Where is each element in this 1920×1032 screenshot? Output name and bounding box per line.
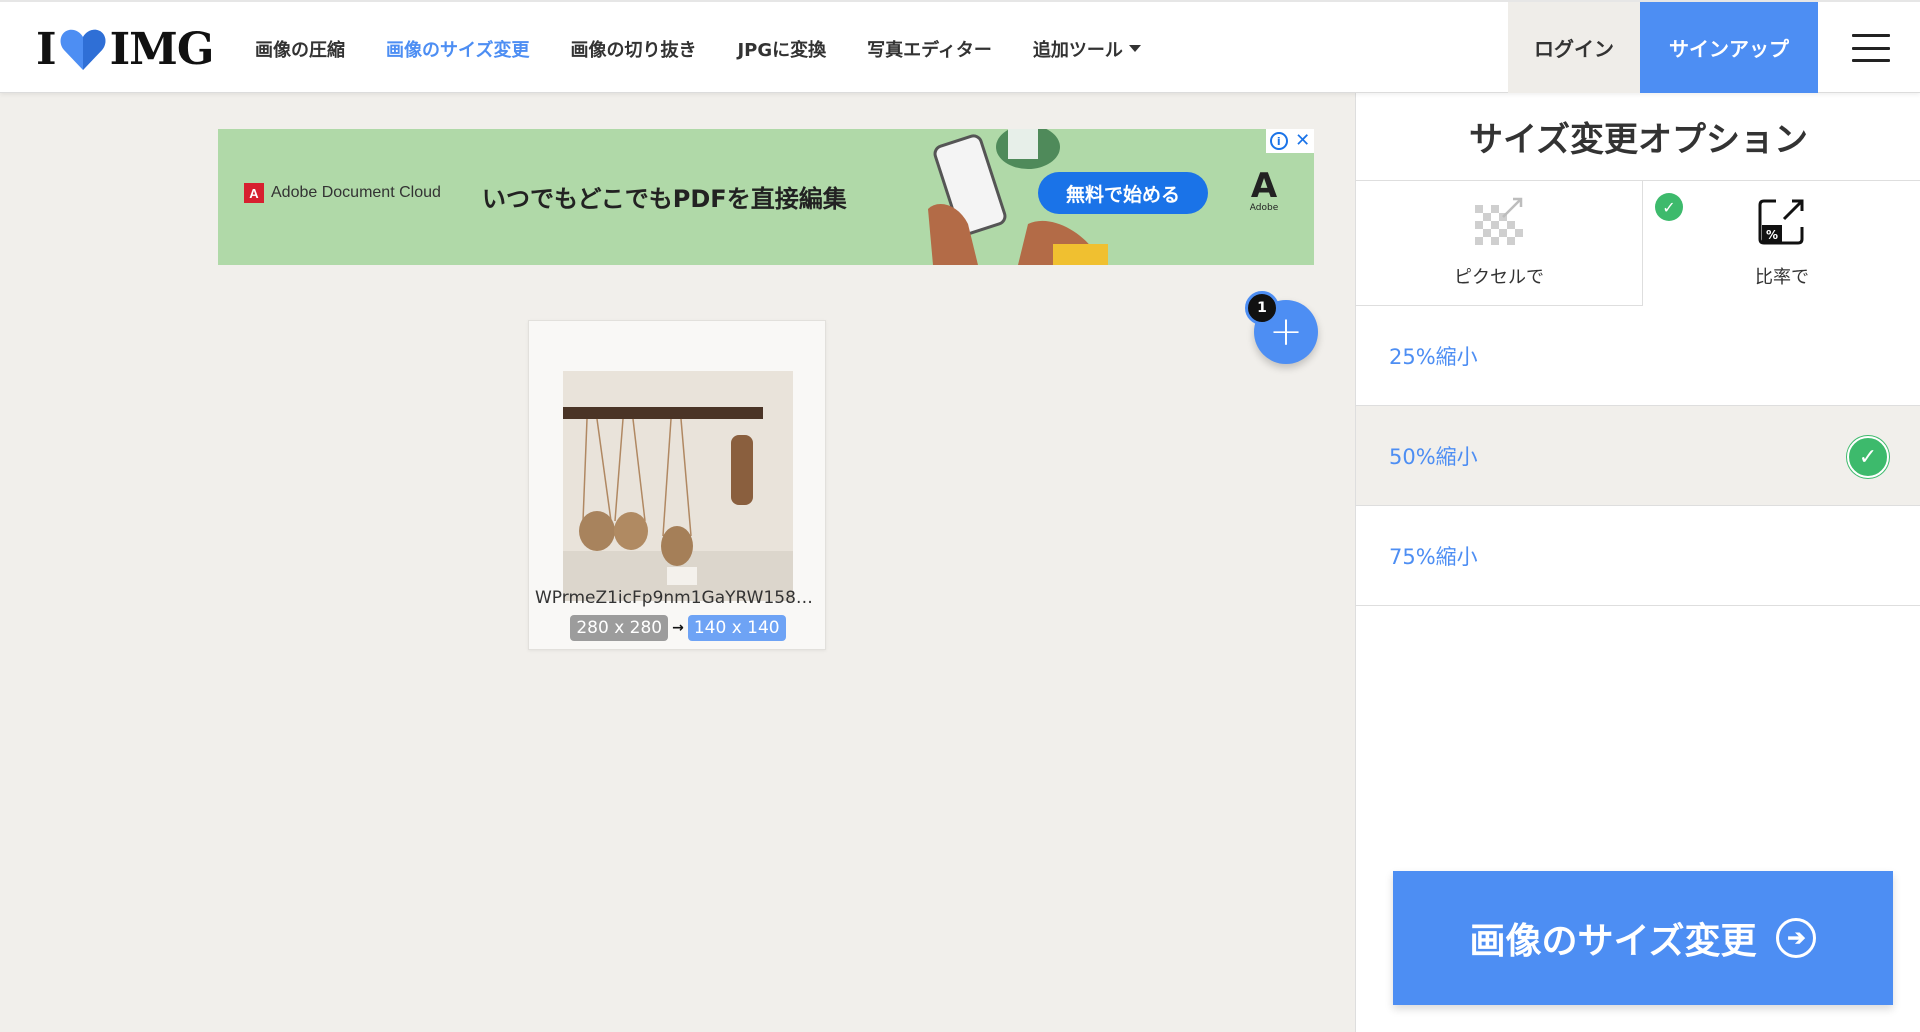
tab-by-pixels-label: ピクセルで [1454, 267, 1544, 288]
option-50-percent[interactable]: 50%縮小 ✓ [1356, 406, 1920, 506]
dimensions-row: 280 x 280 → 140 x 140 [529, 615, 827, 641]
arrow-right-icon: → [672, 620, 684, 636]
nav-convert-jpg[interactable]: JPGに変換 [737, 36, 826, 62]
arrow-circle-right-icon: ➔ [1776, 918, 1817, 958]
pixels-icon [1473, 195, 1525, 251]
adobe-logo: A Adobe [1245, 169, 1283, 217]
adobe-mark-icon: A [1250, 166, 1278, 206]
tab-by-percentage-label: 比率で [1755, 267, 1809, 288]
options-sidebar: サイズ変更オプション ピクセルで ✓ % 比率で 25%縮小 50%縮小 ✓ 7… [1355, 93, 1920, 1032]
nav-crop[interactable]: 画像の切り抜き [570, 36, 696, 62]
resize-mode-tabs: ピクセルで ✓ % 比率で [1356, 181, 1920, 306]
nav-compress[interactable]: 画像の圧縮 [255, 36, 345, 62]
file-name: WPrmeZ1icFp9nm1GaYRW1586... [535, 588, 823, 608]
file-card[interactable]: WPrmeZ1icFp9nm1GaYRW1586... 280 x 280 → … [528, 320, 826, 650]
svg-text:%: % [1766, 228, 1778, 242]
option-25-percent[interactable]: 25%縮小 [1356, 306, 1920, 406]
file-count-badge: 1 [1245, 291, 1279, 325]
ad-brand-label: Adobe Document Cloud [271, 184, 441, 201]
sidebar-title: サイズ変更オプション [1356, 93, 1920, 181]
signup-button[interactable]: サインアップ [1640, 2, 1818, 93]
ad-banner[interactable]: A Adobe Document Cloud いつでもどこでもPDFを直接編集 … [218, 129, 1314, 265]
ad-close-icon[interactable]: ✕ [1295, 132, 1310, 150]
nav-more-tools[interactable]: 追加ツール [1033, 36, 1141, 62]
adobe-word: Adobe [1249, 203, 1279, 213]
ad-brand: A Adobe Document Cloud [244, 183, 441, 203]
heart-icon [58, 26, 108, 72]
nav-resize[interactable]: 画像のサイズ変更 [386, 36, 529, 62]
ilovimg-logo[interactable]: I IMG [36, 23, 215, 75]
nav-more-tools-label: 追加ツール [1032, 39, 1123, 61]
tab-by-pixels[interactable]: ピクセルで [1356, 181, 1643, 306]
option-75-percent[interactable]: 75%縮小 [1356, 506, 1920, 606]
nav-photo-editor[interactable]: 写真エディター [867, 36, 992, 62]
acrobat-icon: A [244, 183, 264, 203]
tab-by-percentage[interactable]: ✓ % 比率で [1643, 181, 1920, 306]
new-size-badge: 140 x 140 [687, 615, 786, 641]
option-75-label: 75%縮小 [1389, 544, 1478, 569]
top-header: I IMG 画像の圧縮 画像のサイズ変更 画像の切り抜き JPGに変換 写真エデ… [0, 0, 1920, 93]
percentage-icon: % [1756, 195, 1808, 251]
ad-info-icon[interactable]: i [1269, 132, 1288, 150]
caret-down-icon [1128, 45, 1141, 52]
option-25-label: 25%縮小 [1389, 344, 1478, 369]
logo-i: I [36, 23, 57, 75]
login-button[interactable]: ログイン [1508, 2, 1640, 93]
selected-check-icon: ✓ [1847, 436, 1889, 478]
file-thumbnail [563, 371, 793, 601]
resize-images-button[interactable]: 画像のサイズ変更 ➔ [1393, 871, 1893, 1005]
option-50-label: 50%縮小 [1389, 444, 1478, 469]
main-nav: 画像の圧縮 画像のサイズ変更 画像の切り抜き JPGに変換 写真エディター 追加… [255, 2, 1182, 95]
check-icon: ✓ [1655, 193, 1683, 221]
resize-images-label: 画像のサイズ変更 [1469, 920, 1757, 961]
ad-headline: いつでもどこでもPDFを直接編集 [482, 185, 847, 213]
original-size-badge: 280 x 280 [570, 615, 669, 641]
ad-cta-button[interactable]: 無料で始める [1038, 172, 1208, 214]
hamburger-menu-icon[interactable] [1852, 34, 1890, 62]
ad-choices: i ✕ [1266, 129, 1314, 153]
logo-img: IMG [109, 23, 215, 75]
